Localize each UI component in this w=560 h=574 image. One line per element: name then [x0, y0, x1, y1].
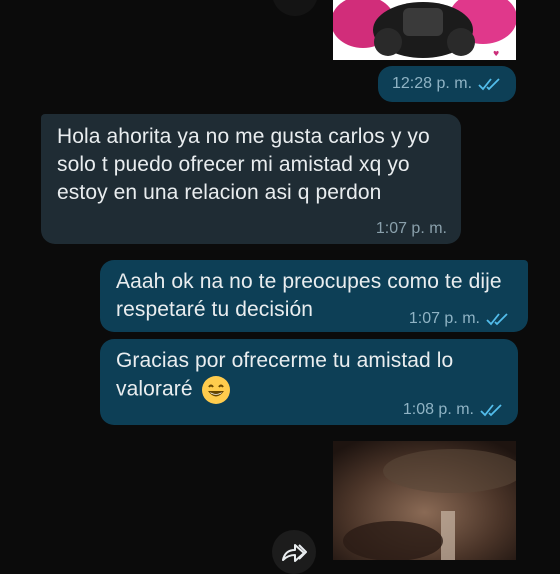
message-meta: 12:28 p. m.	[378, 66, 516, 102]
incoming-message[interactable]: Hola ahorita ya no me gusta carlos y yo …	[41, 114, 461, 244]
message-time: 1:07 p. m.	[408, 310, 480, 327]
message-meta: 1:07 p. m.	[376, 220, 447, 238]
sticker-image: ♥	[333, 0, 516, 58]
message-time: 12:28 p. m.	[391, 75, 473, 92]
video-message[interactable]	[333, 441, 516, 560]
forward-button[interactable]	[272, 530, 316, 574]
message-text: Gracias por ofrecerme tu amistad lo valo…	[116, 347, 506, 405]
double-check-icon	[478, 78, 500, 91]
grinning-face-emoji	[201, 375, 231, 405]
video-thumbnail	[333, 441, 516, 560]
sticker-message[interactable]: ♥	[333, 0, 516, 60]
svg-text:♥: ♥	[493, 50, 499, 58]
forward-icon	[282, 544, 307, 562]
message-meta: 1:08 p. m.	[403, 401, 504, 419]
double-check-icon	[480, 404, 502, 417]
double-check-icon	[486, 313, 508, 326]
message-text: Hola ahorita ya no me gusta carlos y yo …	[57, 125, 430, 204]
outgoing-message[interactable]: Aaah ok na no te preocupes como te dije …	[100, 260, 528, 332]
message-time: 1:07 p. m.	[375, 220, 447, 237]
message-meta: 1:07 p. m.	[409, 310, 510, 328]
message-time: 1:08 p. m.	[402, 401, 474, 418]
message-text-body: Gracias por ofrecerme tu amistad lo valo…	[116, 349, 454, 401]
outgoing-message[interactable]: Gracias por ofrecerme tu amistad lo valo…	[100, 339, 518, 425]
forward-button-top[interactable]	[272, 0, 318, 16]
